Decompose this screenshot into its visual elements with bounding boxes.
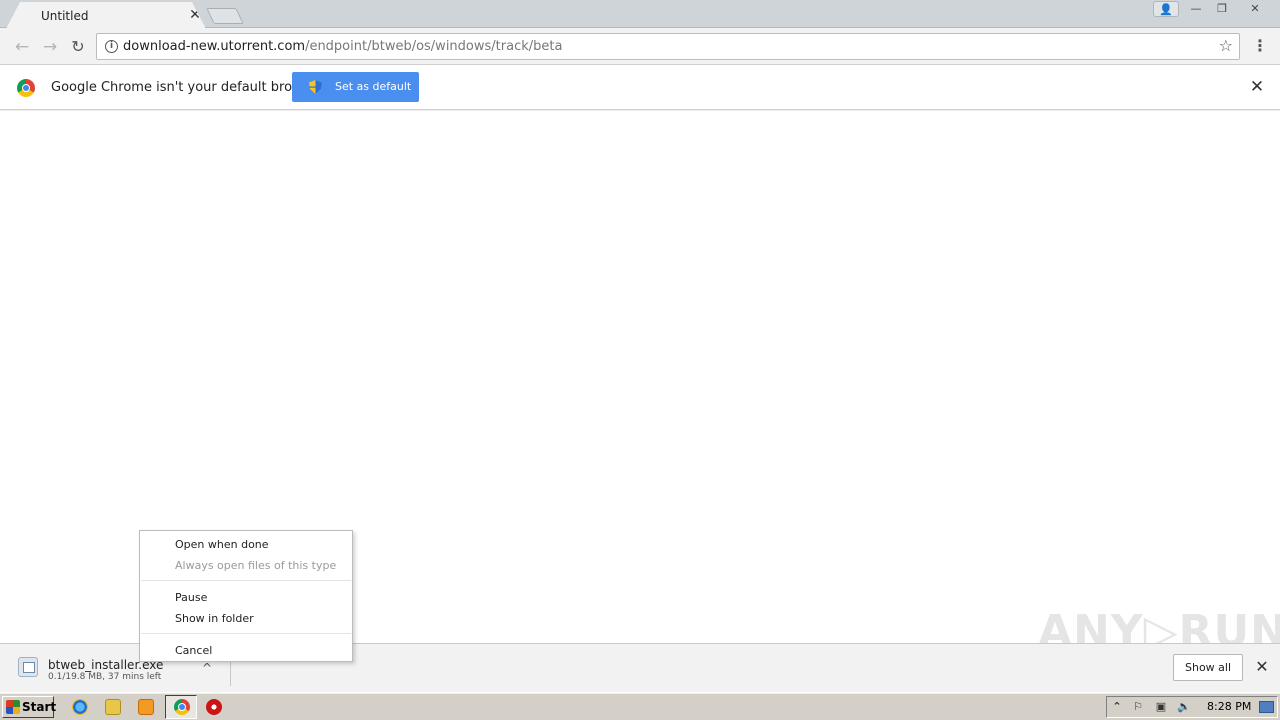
download-status: 0.1/19.8 MB, 37 mins left	[48, 672, 162, 682]
start-button[interactable]: Start	[2, 696, 57, 718]
address-bar[interactable]: i download-new.utorrent.com/endpoint/btw…	[96, 33, 1240, 60]
network-icon[interactable]: ▣	[1154, 700, 1168, 714]
tab-strip: Untitled ✕ 👤 — ❐ ✕	[0, 0, 1280, 29]
action-center-flag-icon[interactable]: ⚐	[1131, 700, 1145, 714]
url-path: /endpoint/btweb/os/windows/track/beta	[305, 39, 563, 54]
menu-item-pause[interactable]: Pause	[175, 591, 207, 604]
volume-icon[interactable]: 🔈	[1177, 700, 1191, 714]
media-player-icon[interactable]	[138, 699, 154, 715]
infobar-message: Google Chrome isn't your default browser	[51, 80, 323, 95]
new-tab-button[interactable]	[206, 8, 244, 24]
menu-item-open-when-done[interactable]: Open when done	[175, 538, 269, 551]
url-text[interactable]: download-new.utorrent.com/endpoint/btweb…	[123, 39, 562, 54]
menu-item-show-in-folder[interactable]: Show in folder	[175, 612, 254, 625]
show-all-button[interactable]: Show all	[1173, 654, 1243, 681]
set-as-default-label: Set as default	[335, 80, 412, 93]
menu-separator	[141, 580, 351, 581]
system-tray: ⌃ ⚐ ▣ 🔈 8:28 PM	[1106, 696, 1278, 718]
default-browser-infobar: Google Chrome isn't your default browser…	[0, 66, 1280, 110]
chrome-icon	[174, 699, 190, 715]
tab-title: Untitled	[41, 9, 89, 23]
menu-item-cancel[interactable]: Cancel	[175, 644, 212, 657]
info-icon[interactable]: i	[105, 40, 118, 53]
start-label: Start	[22, 700, 57, 714]
tab-untitled[interactable]: Untitled ✕	[6, 2, 206, 29]
exe-file-icon	[18, 657, 38, 677]
shelf-close-icon[interactable]: ✕	[1253, 658, 1271, 676]
show-desktop-icon[interactable]	[1259, 701, 1274, 713]
maximize-button[interactable]: ❐	[1209, 1, 1235, 17]
chrome-menu-icon[interactable]: ⋮	[1252, 36, 1268, 56]
bookmark-star-icon[interactable]: ☆	[1219, 36, 1233, 55]
uac-shield-icon	[309, 80, 322, 94]
opera-icon[interactable]	[206, 699, 222, 715]
menu-item-always-open: Always open files of this type	[175, 559, 337, 572]
reload-icon[interactable]: ↻	[68, 37, 88, 57]
minimize-button[interactable]: —	[1183, 1, 1209, 17]
chrome-logo-icon	[17, 79, 35, 97]
file-explorer-icon[interactable]	[105, 699, 121, 715]
set-as-default-button[interactable]: Set as default	[292, 72, 419, 102]
window-close-button[interactable]: ✕	[1240, 1, 1270, 17]
clock[interactable]: 8:28 PM	[1207, 700, 1251, 713]
profile-icon[interactable]: 👤	[1153, 1, 1179, 17]
windows-logo-icon	[6, 700, 20, 714]
download-context-menu: Open when done Always open files of this…	[139, 530, 353, 662]
internet-explorer-icon[interactable]	[72, 699, 88, 715]
tab-close-icon[interactable]: ✕	[188, 8, 202, 22]
infobar-close-icon[interactable]: ✕	[1248, 78, 1266, 96]
chevron-up-icon[interactable]: ^	[198, 660, 216, 676]
tray-expand-icon[interactable]: ⌃	[1110, 700, 1124, 714]
back-arrow-icon[interactable]: ←	[12, 37, 32, 57]
toolbar: ← → ↻ i download-new.utorrent.com/endpoi…	[0, 28, 1280, 65]
taskbar-chrome-button[interactable]	[165, 695, 197, 719]
forward-arrow-icon[interactable]: →	[40, 37, 60, 57]
screen: Untitled ✕ 👤 — ❐ ✕ ← → ↻ i download-new.…	[0, 0, 1280, 720]
taskbar: Start ⌃ ⚐ ▣ 🔈 8:28 PM	[0, 693, 1280, 720]
url-host: download-new.utorrent.com	[123, 39, 306, 54]
menu-separator	[141, 633, 351, 634]
